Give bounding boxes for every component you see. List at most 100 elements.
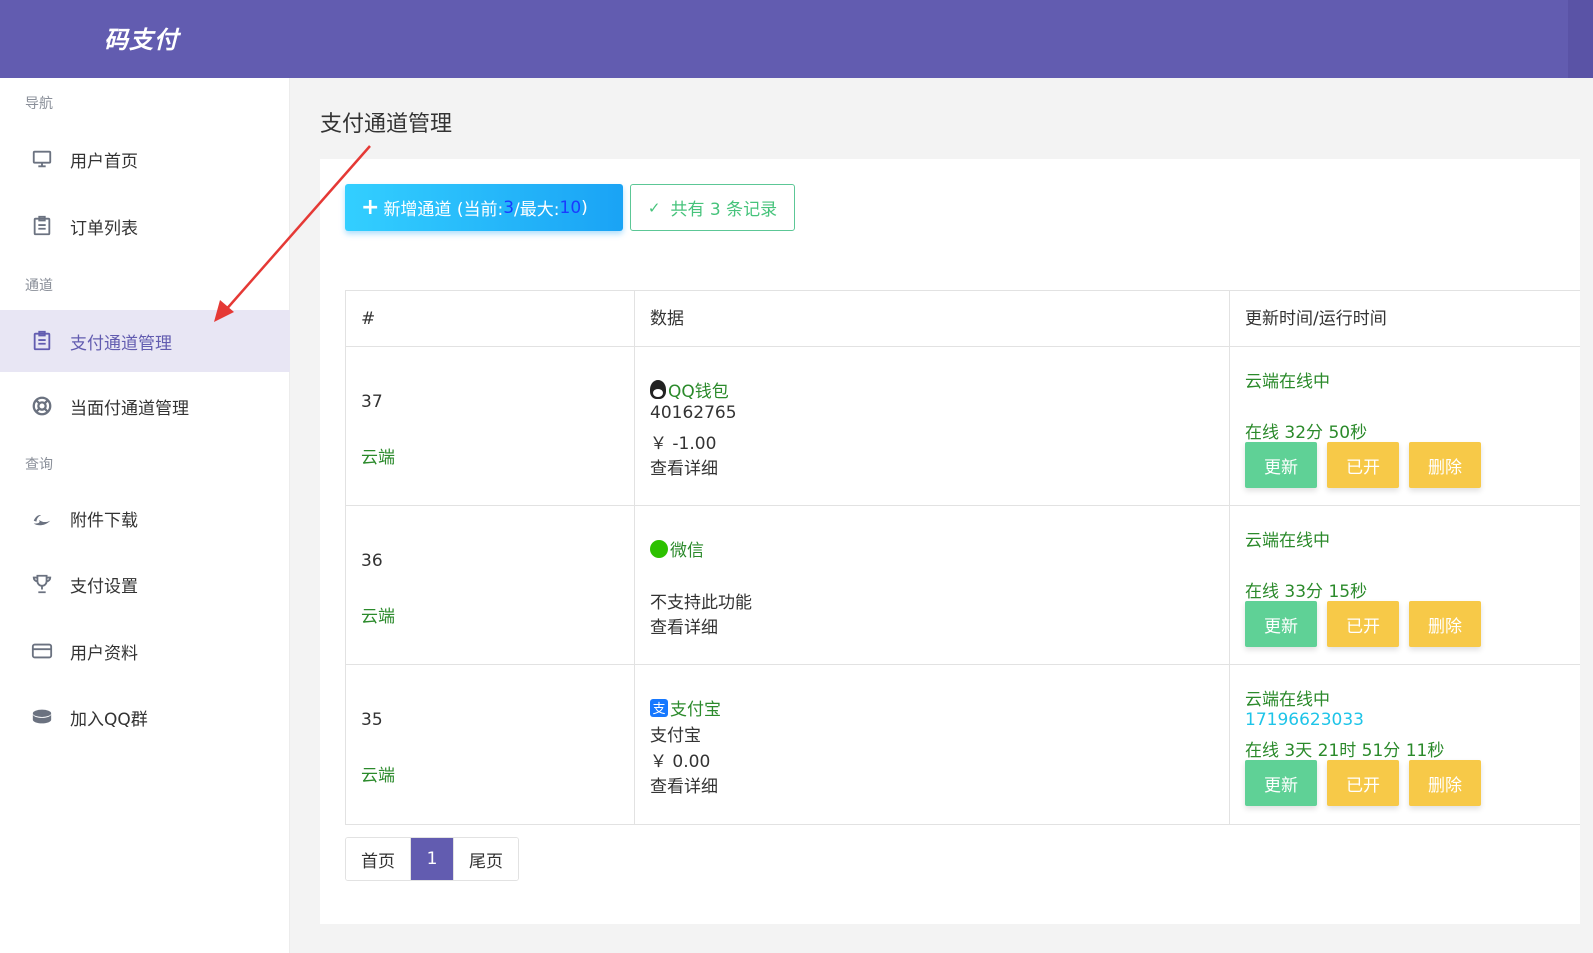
last-page-button[interactable]: 尾页 (453, 838, 518, 880)
check-icon: ✓ (647, 198, 661, 217)
table-row: 36 云端 微信 不支持此功能 查看详细 云端在线中 在线 33分 15秒 更新… (346, 506, 1580, 665)
sidebar-item-label: 支付设置 (70, 576, 138, 597)
clipboard-icon (30, 214, 54, 238)
delete-button[interactable]: 删除 (1409, 442, 1481, 488)
top-bar: 码支付 (0, 0, 1593, 78)
record-count-label: 共有 3 条记录 (670, 200, 778, 220)
database-icon (30, 705, 54, 729)
current-page-button[interactable]: 1 (411, 838, 453, 880)
enabled-button[interactable]: 已开 (1327, 442, 1399, 488)
sidebar-item-channel-manage[interactable]: 支付通道管理 (0, 310, 290, 372)
main-content: 支付通道管理 + 新增通道 (当前: 3 /最大: 10 ) ✓ 共有 3 条记… (290, 78, 1593, 953)
add-channel-button[interactable]: + 新增通道 (当前: 3 /最大: 10 ) (345, 184, 623, 231)
table-row: 35 云端 支 支付宝 支付宝 ￥ 0.00 查看详细 云端在线中 171966… (346, 665, 1580, 824)
sidebar-item-profile[interactable]: 用户资料 (0, 620, 290, 682)
view-detail-link[interactable]: 查看详细 (650, 454, 718, 479)
add-channel-label-mid: /最大: (514, 200, 560, 220)
table-header-row: # 数据 更新时间/运行时间 (346, 290, 1580, 347)
channel-balance: 不支持此功能 (650, 593, 752, 613)
column-header-time: 更新时间/运行时间 (1245, 308, 1387, 329)
cloud-status: 云端在线中 (1245, 531, 1330, 551)
channel-name: QQ钱包 (668, 382, 729, 402)
enabled-button[interactable]: 已开 (1327, 760, 1399, 806)
row-status-cell: 云端在线中 在线 32分 50秒 更新 已开 删除 (1230, 347, 1580, 505)
monitor-icon (30, 147, 54, 171)
content-card: + 新增通道 (当前: 3 /最大: 10 ) ✓ 共有 3 条记录 # 数据 … (320, 159, 1580, 924)
table-row: 37 云端 QQ钱包 40162765 ￥ -1.00 查看详细 云端在线中 在… (346, 347, 1580, 506)
plus-icon: + (361, 194, 380, 220)
channel-balance: ￥ -1.00 (650, 434, 717, 454)
phone-number: 17196623033 (1245, 710, 1364, 730)
online-duration: 在线 32分 50秒 (1245, 423, 1368, 443)
lifebuoy-icon (30, 394, 54, 418)
sidebar-item-f2f-channel[interactable]: 当面付通道管理 (0, 375, 290, 437)
page-title: 支付通道管理 (320, 112, 453, 137)
max-count: 10 (559, 197, 582, 218)
channel-title: QQ钱包 (650, 377, 729, 402)
row-data-cell: QQ钱包 40162765 ￥ -1.00 查看详细 (635, 347, 1230, 505)
wechat-icon (650, 539, 668, 558)
channel-title: 支 支付宝 (650, 695, 721, 720)
channel-account: 40162765 (650, 403, 737, 423)
sidebar-section-query: 查询 (25, 457, 53, 473)
row-id-cell: 35 云端 (346, 665, 635, 824)
cloud-status: 云端在线中 (1245, 690, 1330, 710)
channel-table: # 数据 更新时间/运行时间 37 云端 QQ钱包 40162765 ￥ -1.… (345, 290, 1580, 825)
row-data-cell: 微信 不支持此功能 查看详细 (635, 506, 1230, 664)
row-id-cell: 37 云端 (346, 347, 635, 505)
row-id: 36 (361, 551, 383, 571)
row-mode: 云端 (361, 607, 395, 627)
trophy-icon (30, 572, 54, 596)
row-id: 35 (361, 710, 383, 730)
update-button[interactable]: 更新 (1245, 442, 1317, 488)
view-detail-link[interactable]: 查看详细 (650, 772, 718, 797)
view-detail-link[interactable]: 查看详细 (650, 613, 718, 638)
column-header-id: # (346, 290, 635, 347)
enabled-button[interactable]: 已开 (1327, 601, 1399, 647)
row-status-cell: 云端在线中 17196623033 在线 3天 21时 51分 11秒 更新 已… (1230, 665, 1580, 824)
qq-icon (650, 380, 666, 399)
online-duration: 在线 3天 21时 51分 11秒 (1245, 741, 1445, 761)
row-id: 37 (361, 392, 383, 412)
sidebar-item-label: 当面付通道管理 (70, 398, 189, 419)
update-button[interactable]: 更新 (1245, 760, 1317, 806)
row-id-cell: 36 云端 (346, 506, 635, 664)
pagination: 首页 1 尾页 (345, 837, 519, 881)
delete-button[interactable]: 删除 (1409, 760, 1481, 806)
delete-button[interactable]: 删除 (1409, 601, 1481, 647)
sidebar-item-label: 支付通道管理 (70, 333, 172, 354)
column-header-data: 数据 (635, 290, 1230, 347)
update-button[interactable]: 更新 (1245, 601, 1317, 647)
row-mode: 云端 (361, 766, 395, 786)
row-mode: 云端 (361, 448, 395, 468)
sidebar-item-orders[interactable]: 订单列表 (0, 195, 290, 257)
channel-name: 支付宝 (670, 700, 721, 720)
channel-name: 微信 (670, 541, 704, 561)
sidebar-item-label: 加入QQ群 (70, 709, 148, 730)
channel-title: 微信 (650, 536, 704, 561)
sidebar-item-qq-group[interactable]: 加入QQ群 (0, 686, 290, 748)
cloud-status: 云端在线中 (1245, 372, 1330, 392)
top-bar-edge (1568, 0, 1593, 78)
online-duration: 在线 33分 15秒 (1245, 582, 1368, 602)
current-count: 3 (503, 197, 515, 218)
sidebar-section-nav: 导航 (25, 96, 53, 112)
channel-account: 支付宝 (650, 726, 701, 746)
sidebar-item-label: 订单列表 (70, 218, 138, 239)
sidebar: 导航 用户首页 订单列表 通道 支付通道管理 当面付通道管理 查询 附件下载 支… (0, 78, 290, 953)
alipay-icon: 支 (650, 698, 668, 717)
brand-logo[interactable]: 码支付 (104, 20, 179, 55)
leaf-icon (30, 506, 54, 530)
clipboard-icon (30, 329, 54, 353)
record-count-button[interactable]: ✓ 共有 3 条记录 (630, 184, 795, 231)
add-channel-label-suffix: ) (581, 197, 588, 218)
row-data-cell: 支 支付宝 支付宝 ￥ 0.00 查看详细 (635, 665, 1230, 824)
sidebar-item-user-home[interactable]: 用户首页 (0, 128, 290, 190)
first-page-button[interactable]: 首页 (346, 838, 411, 880)
row-status-cell: 云端在线中 在线 33分 15秒 更新 已开 删除 (1230, 506, 1580, 664)
sidebar-item-downloads[interactable]: 附件下载 (0, 487, 290, 549)
card-icon (30, 639, 54, 663)
sidebar-item-label: 附件下载 (70, 510, 138, 531)
sidebar-item-pay-settings[interactable]: 支付设置 (0, 553, 290, 615)
sidebar-item-label: 用户首页 (70, 151, 138, 172)
